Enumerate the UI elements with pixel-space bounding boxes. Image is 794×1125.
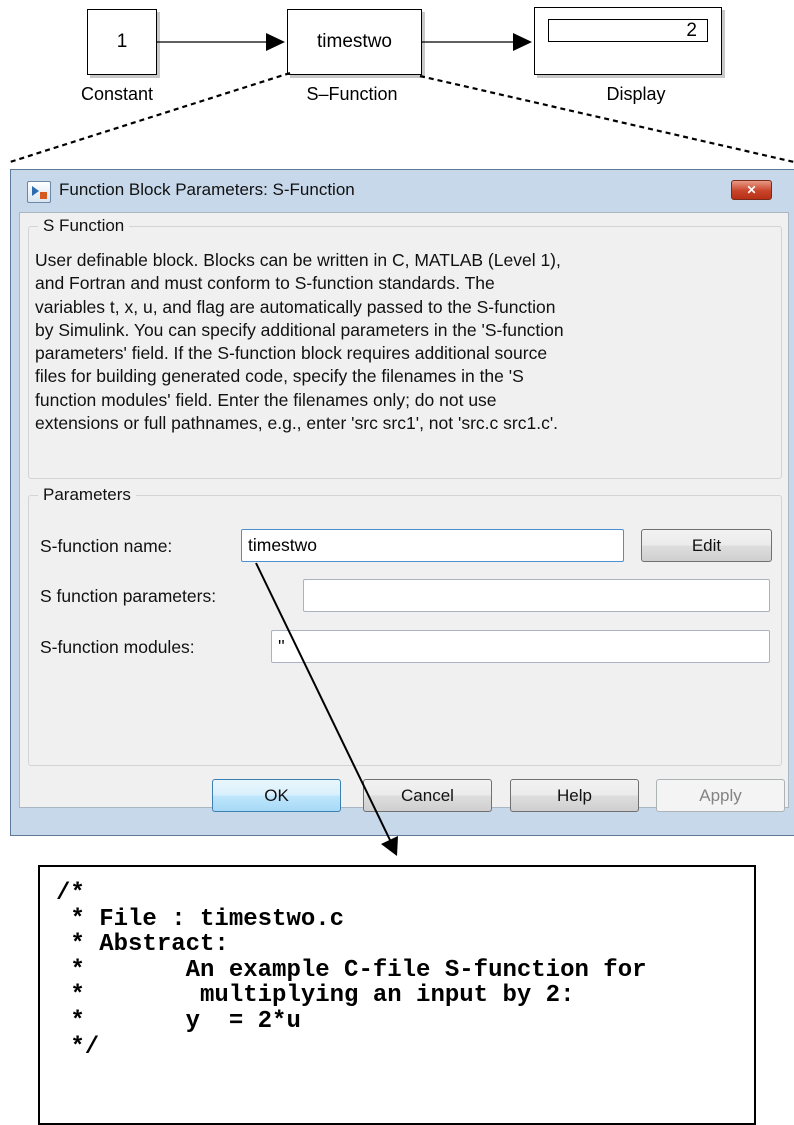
display-value: 2 [548,19,708,42]
constant-label: Constant [80,84,154,104]
sfunction-description: User definable block. Blocks can be writ… [35,250,564,434]
ok-button[interactable]: OK [212,779,341,812]
simulink-app-icon [27,181,51,203]
signal-line-constant-to-sfunction [157,33,285,51]
dialog-title: Function Block Parameters: S-Function [59,180,355,199]
sfunction-parameters-input[interactable] [303,579,770,612]
display-block[interactable]: 2 [534,7,722,75]
constant-block[interactable]: 1 [87,9,157,75]
apply-button[interactable]: Apply [656,779,785,812]
sfunction-parameters-label: S function parameters: [40,586,217,606]
sfunction-modules-label: S-function modules: [40,637,195,657]
close-button[interactable]: ✕ [731,180,772,200]
sfunction-group-legend: S Function [43,216,125,235]
source-code-box: /* * File : timestwo.c * Abstract: * An … [38,865,756,1125]
edit-button[interactable]: Edit [641,529,772,562]
source-code-text: /* * File : timestwo.c * Abstract: * An … [56,880,647,1061]
parameters-group-legend: Parameters [43,485,131,504]
signal-line-sfunction-to-display [422,33,532,51]
annotation-arrow-head [381,836,398,856]
sfunction-modules-input[interactable]: '' [271,630,770,663]
block-parameters-dialog: Function Block Parameters: S-Function ✕ … [10,169,794,836]
dialog-titlebar[interactable]: Function Block Parameters: S-Function ✕ [11,170,794,212]
sfunction-block[interactable]: timestwo [287,9,422,75]
cancel-button[interactable]: Cancel [363,779,492,812]
sfunction-block-name: timestwo [317,31,392,52]
help-button[interactable]: Help [510,779,639,812]
dialog-client-area: S Function User definable block. Blocks … [19,212,789,812]
sfunction-label: S–Function [306,84,398,104]
parameters-groupbox: Parameters [28,485,782,766]
constant-value: 1 [116,31,128,52]
sfunction-name-input[interactable]: timestwo [241,529,624,562]
display-label: Display [606,84,666,104]
sfunction-name-label: S-function name: [40,536,173,556]
